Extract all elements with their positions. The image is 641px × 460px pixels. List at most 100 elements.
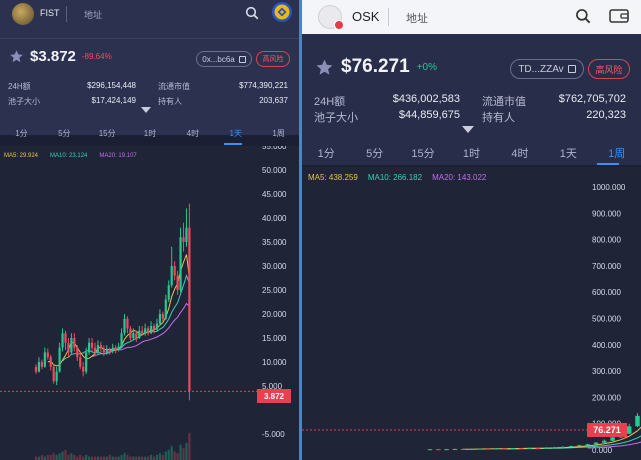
- candle-body: [34, 366, 38, 372]
- candlestick-chart[interactable]: 55.000 50.000 45.000 40.000 35.000 30.000 25.0…: [0, 146, 300, 460]
- candle-body: [602, 440, 607, 443]
- volume-bar: [176, 453, 179, 460]
- volume-bar: [99, 456, 102, 460]
- tab-interval[interactable]: 4时: [496, 145, 544, 161]
- candle-body: [114, 347, 117, 350]
- tab-interval[interactable]: 1周: [257, 128, 300, 142]
- expand-caret-icon[interactable]: [462, 126, 474, 133]
- stat-value-volume: $296,154,448: [87, 81, 136, 90]
- candle-body: [64, 333, 67, 343]
- tab-interval[interactable]: 1时: [129, 128, 172, 142]
- volume-bar: [155, 454, 159, 460]
- tab-interval[interactable]: 15分: [399, 145, 447, 161]
- y-tick-label: 20.000: [262, 310, 287, 319]
- tab-interval[interactable]: 1周: [593, 145, 641, 161]
- candle-body: [105, 349, 108, 353]
- volume-bar: [158, 453, 161, 460]
- stat-label-pool: 池子大小: [314, 112, 358, 124]
- candle-body: [185, 227, 188, 242]
- candle-body: [37, 362, 41, 372]
- volume-bar: [76, 456, 79, 460]
- tab-interval[interactable]: 1时: [447, 145, 495, 161]
- candle-body: [144, 328, 147, 334]
- tab-interval[interactable]: 1分: [0, 128, 43, 142]
- candlestick-chart[interactable]: 1000.000 900.000 800.000 700.000 600.000 500.…: [302, 167, 641, 460]
- expand-caret-icon[interactable]: [141, 107, 151, 113]
- volume-bar: [123, 453, 126, 460]
- candle-body: [527, 447, 532, 449]
- volume-bar: [117, 456, 120, 460]
- token-badge: [334, 20, 344, 30]
- volume-bar: [167, 449, 170, 460]
- volume-bar: [79, 454, 82, 460]
- candle-body: [560, 446, 566, 448]
- tab-interval[interactable]: 1天: [214, 128, 257, 142]
- candle-body: [102, 348, 105, 353]
- chart-area: MA5: 438.259 MA10: 266.182 MA20: 143.022…: [302, 167, 641, 460]
- candle-body: [82, 366, 85, 372]
- stat-value-pool: $44,859,675: [398, 109, 460, 121]
- candle-body: [147, 328, 150, 334]
- volume-bar: [73, 454, 76, 460]
- volume-bar: [126, 454, 129, 460]
- volume-bar: [58, 453, 61, 460]
- copy-icon[interactable]: [567, 65, 576, 73]
- stat-value-volume: $436,002,583: [392, 93, 460, 105]
- candle-body: [164, 299, 167, 319]
- volume-bar: [49, 454, 52, 460]
- volume-bar: [93, 456, 97, 460]
- address-search-input[interactable]: 地址: [84, 8, 102, 21]
- contract-address-chip[interactable]: 0x...bc6a: [196, 51, 252, 67]
- volume-bar: [64, 449, 67, 460]
- address-search-input[interactable]: 地址: [406, 10, 428, 26]
- y-tick-label: 700.000: [592, 262, 621, 271]
- tab-interval[interactable]: 1天: [544, 145, 592, 161]
- volume-bar: [147, 456, 150, 460]
- active-tab-indicator: [224, 143, 242, 145]
- candle-body: [96, 345, 100, 353]
- contract-address: 0x...bc6a: [202, 54, 235, 64]
- candle-body: [577, 445, 582, 447]
- tab-interval[interactable]: 5分: [43, 128, 86, 142]
- tab-interval[interactable]: 15分: [86, 128, 129, 142]
- candle-body: [444, 449, 449, 451]
- star-icon[interactable]: [8, 49, 24, 65]
- stat-value-pool: $17,424,149: [91, 96, 137, 105]
- header-separator: [388, 8, 389, 26]
- search-icon[interactable]: [243, 4, 261, 22]
- candle-body: [568, 446, 574, 448]
- risk-badge[interactable]: 高风险: [588, 59, 630, 79]
- risk-badge[interactable]: 高风险: [256, 51, 290, 67]
- exchange-logo-icon[interactable]: [271, 1, 293, 23]
- star-icon[interactable]: [314, 57, 334, 77]
- y-tick-label: 900.000: [592, 209, 621, 218]
- volume-bar: [161, 454, 164, 460]
- copy-icon[interactable]: [238, 55, 246, 63]
- header-bar: OSK 地址: [302, 0, 641, 34]
- tab-interval[interactable]: 4时: [171, 128, 214, 142]
- candle-body: [52, 366, 55, 382]
- tab-interval[interactable]: 1分: [302, 145, 350, 161]
- candle-body: [460, 448, 466, 450]
- candle-body: [173, 266, 176, 276]
- y-tick-label: 25.000: [262, 286, 287, 295]
- candle-body: [141, 330, 144, 334]
- wallet-icon[interactable]: [608, 6, 630, 26]
- tab-interval[interactable]: 5分: [350, 145, 398, 161]
- candle-body: [79, 357, 82, 367]
- candle-body: [132, 333, 135, 338]
- token-avatar[interactable]: [12, 3, 34, 25]
- volume-bar: [37, 456, 41, 460]
- candle-body: [161, 314, 164, 319]
- contract-address-chip[interactable]: TD...ZZAv: [510, 59, 584, 79]
- last-price-flag: 76.271: [587, 423, 627, 437]
- candle-body: [120, 333, 123, 347]
- token-avatar[interactable]: [318, 5, 344, 30]
- candle-body: [40, 362, 43, 367]
- candle-body: [510, 448, 516, 450]
- search-icon[interactable]: [573, 6, 593, 26]
- candle-body: [138, 330, 141, 338]
- candle-body: [129, 328, 132, 338]
- stat-value-holders: 203,637: [259, 96, 288, 105]
- volume-bar: [108, 454, 111, 460]
